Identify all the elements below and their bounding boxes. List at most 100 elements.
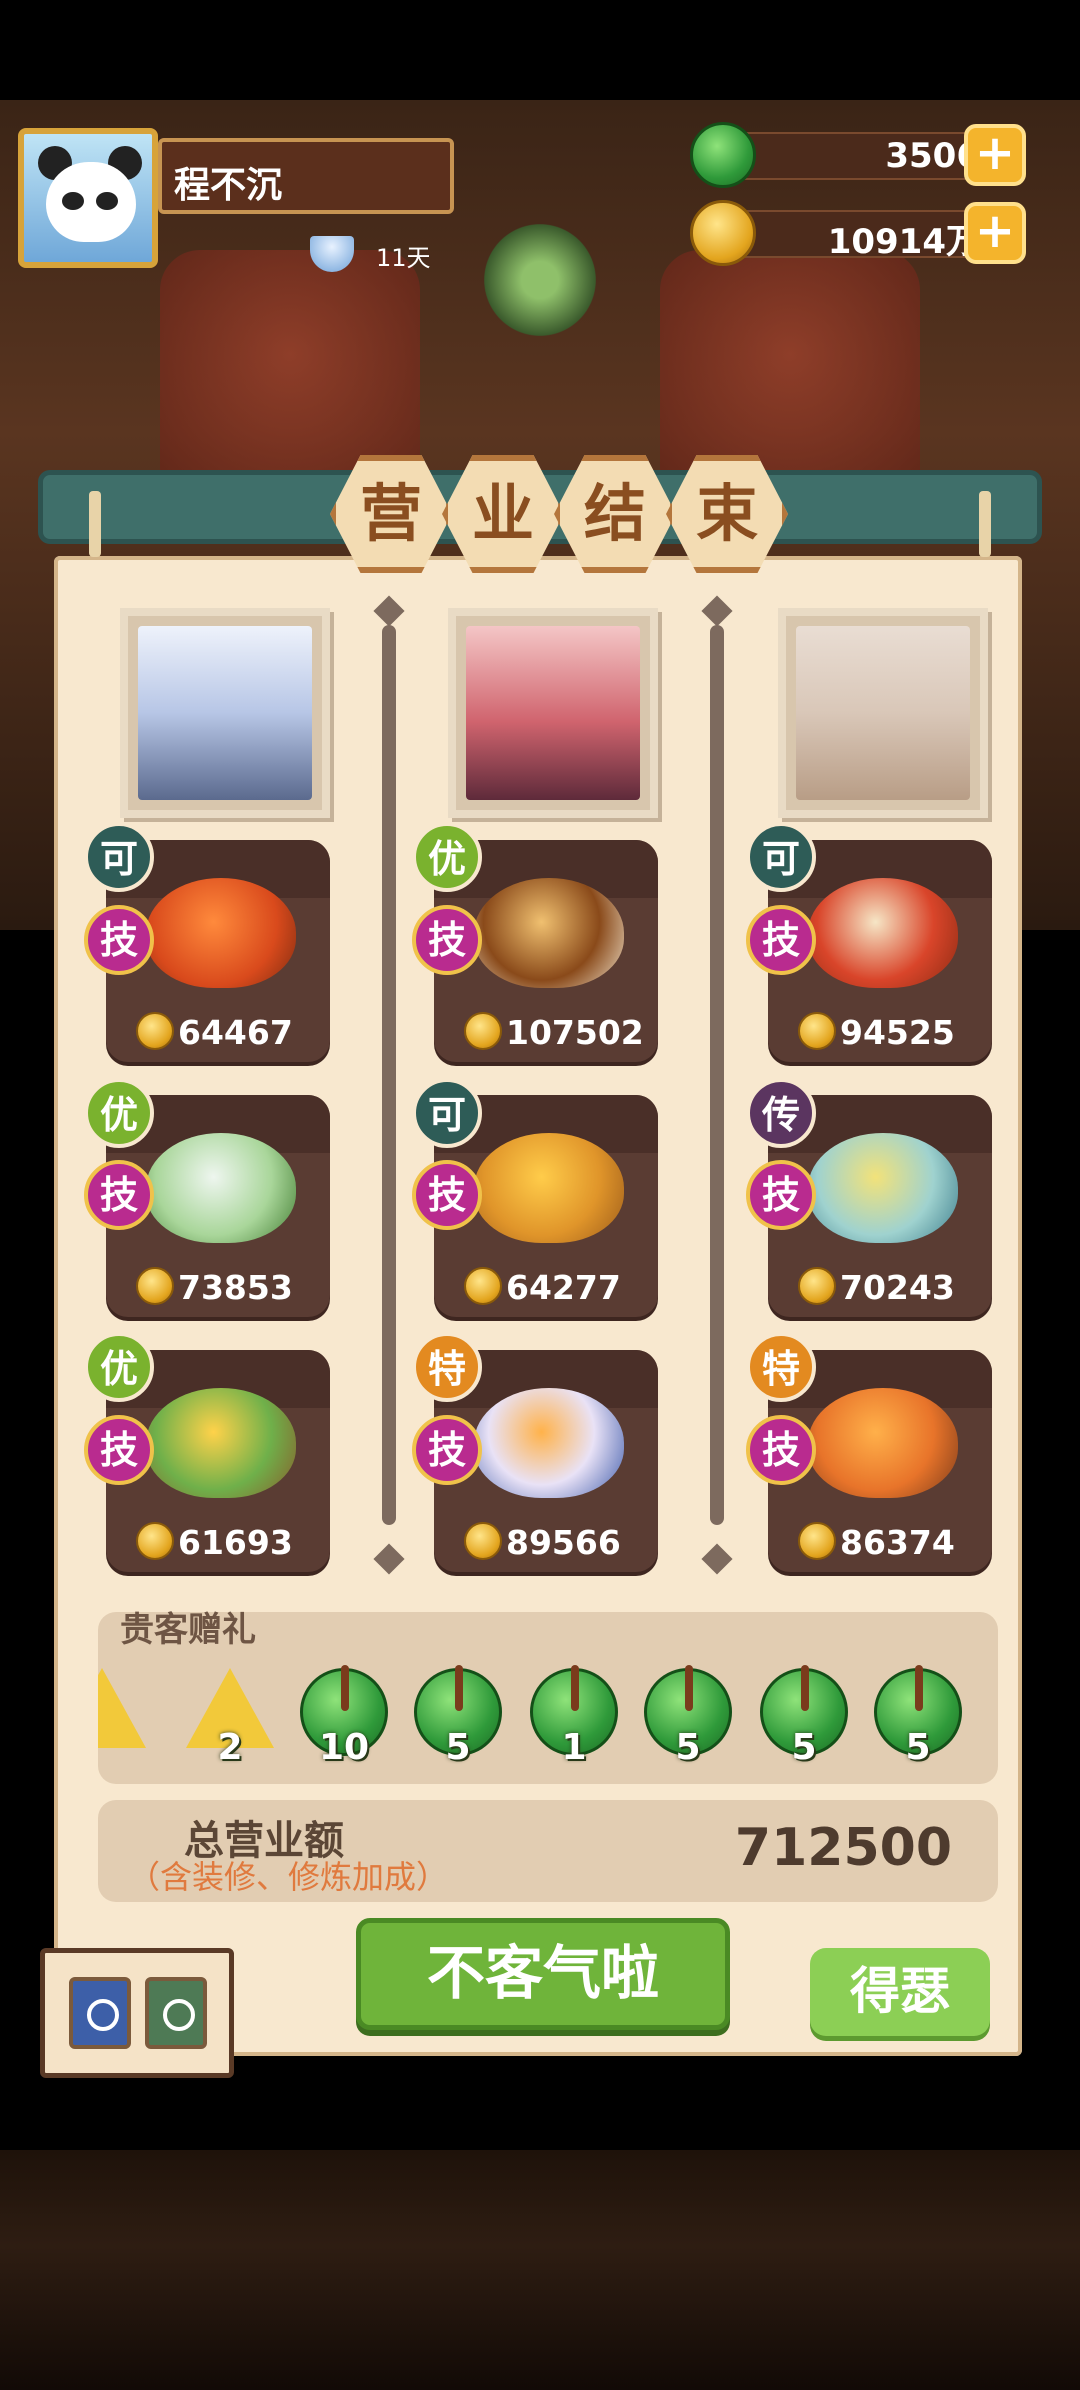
dish-price-value: 89566 (506, 1523, 621, 1562)
gold-coin-icon (798, 1522, 836, 1560)
gold-coin-icon (136, 1267, 174, 1305)
dish-image (808, 1388, 958, 1498)
gift-item[interactable]: 5 (760, 1665, 848, 1768)
capture-button[interactable] (145, 1977, 207, 2049)
dish-price-value: 64277 (506, 1268, 621, 1307)
dish-price: 70243 (798, 1267, 955, 1311)
dish-price-value: 61693 (178, 1523, 293, 1562)
gold-coin-icon (136, 1522, 174, 1560)
gift-item[interactable]: 5 (874, 1665, 962, 1768)
grade-badge: 可 (84, 822, 154, 892)
total-revenue-value: 712500 (734, 1818, 952, 1878)
day-count: 11天 (376, 244, 431, 272)
skill-badge: 技 (746, 1415, 816, 1485)
skill-badge: 技 (84, 1160, 154, 1230)
dish-price-value: 73853 (178, 1268, 293, 1307)
dish-price: 89566 (464, 1522, 621, 1566)
dish-price: 64277 (464, 1267, 621, 1311)
gift-count: 10 (318, 1727, 370, 1768)
banner-cap (979, 491, 991, 557)
gold-coin-icon (690, 200, 756, 266)
gift-item[interactable]: 1 (530, 1665, 618, 1768)
gift-count: 2 (217, 1727, 243, 1768)
dish-image (146, 1133, 296, 1243)
gift-count: 5 (445, 1727, 471, 1768)
grade-badge: 优 (412, 822, 482, 892)
gold-coin-icon (798, 1267, 836, 1305)
dish-price: 61693 (136, 1522, 293, 1566)
gift-item[interactable]: 2 (186, 1668, 274, 1768)
dish-image (474, 878, 624, 988)
skill-badge: 技 (746, 1160, 816, 1230)
dish-price: 64467 (136, 1012, 293, 1056)
dish-image (474, 1388, 624, 1498)
white-hair-boy-portrait (138, 626, 312, 800)
gift-item[interactable]: 5 (644, 1665, 732, 1768)
avatar-face (46, 162, 136, 242)
dish-price-value: 94525 (840, 1013, 955, 1052)
grade-badge: 特 (412, 1332, 482, 1402)
skill-badge: 技 (746, 905, 816, 975)
guest-portrait[interactable] (448, 608, 658, 818)
dish-image (808, 1133, 958, 1243)
skill-badge: 技 (84, 905, 154, 975)
dish-image (808, 878, 958, 988)
add-gold-button[interactable]: + (964, 202, 1026, 264)
skill-badge: 技 (412, 1160, 482, 1230)
skill-badge: 技 (412, 905, 482, 975)
avatar-eye (62, 192, 84, 210)
twin-girls-portrait (466, 626, 640, 800)
jade-coin-icon (690, 122, 756, 188)
dish-price-value: 64467 (178, 1013, 293, 1052)
player-name-plate: 程不沉 (158, 138, 454, 214)
gold-coin-icon (464, 1522, 502, 1560)
dish-price-value: 86374 (840, 1523, 955, 1562)
dish-price: 94525 (798, 1012, 955, 1056)
white-cat-portrait (796, 626, 970, 800)
grade-badge: 优 (84, 1332, 154, 1402)
chandelier-decoration (470, 220, 610, 340)
show-off-button[interactable]: 得瑟 (810, 1948, 990, 2036)
floor-background (0, 2150, 1080, 2390)
guest-portrait[interactable] (120, 608, 330, 818)
gold-coin-icon (464, 1267, 502, 1305)
column-divider (382, 625, 396, 1525)
player-avatar[interactable] (18, 128, 158, 268)
ticket-icon (98, 1668, 146, 1748)
grade-badge: 特 (746, 1332, 816, 1402)
dish-price: 73853 (136, 1267, 293, 1311)
grade-badge: 可 (746, 822, 816, 892)
gold-coin-icon (136, 1012, 174, 1050)
dish-price: 86374 (798, 1522, 955, 1566)
skill-badge: 技 (412, 1415, 482, 1485)
jade-currency: 3506 + (690, 122, 1026, 188)
gold-currency: 10914万 + (690, 200, 1026, 266)
grade-badge: 传 (746, 1078, 816, 1148)
banner-cap (89, 491, 101, 557)
add-jade-button[interactable]: + (964, 124, 1026, 186)
gold-coin-icon (464, 1012, 502, 1050)
player-name: 程不沉 (174, 165, 283, 206)
guest-portrait[interactable] (778, 608, 988, 818)
gift-item[interactable]: 5 (414, 1665, 502, 1768)
gift-count: 1 (561, 1727, 587, 1768)
dish-price: 107502 (464, 1012, 644, 1056)
guest-gifts-title: 贵客赠礼 (120, 1610, 256, 1650)
share-button[interactable] (69, 1977, 131, 2049)
column-divider (710, 625, 724, 1525)
gift-item[interactable] (98, 1668, 154, 1756)
gift-item[interactable]: 10 (300, 1665, 388, 1768)
gift-count: 5 (675, 1727, 701, 1768)
dish-image (146, 878, 296, 988)
gift-count: 5 (905, 1727, 931, 1768)
gift-count: 5 (791, 1727, 817, 1768)
dish-image (146, 1388, 296, 1498)
corner-toolbar (40, 1948, 234, 2078)
avatar-eye (96, 192, 118, 210)
skill-badge: 技 (84, 1415, 154, 1485)
dish-image (474, 1133, 624, 1243)
gold-amount: 10914万 (827, 222, 980, 262)
grade-badge: 优 (84, 1078, 154, 1148)
dish-price-value: 70243 (840, 1268, 955, 1307)
confirm-button[interactable]: 不客气啦 (356, 1918, 730, 2030)
